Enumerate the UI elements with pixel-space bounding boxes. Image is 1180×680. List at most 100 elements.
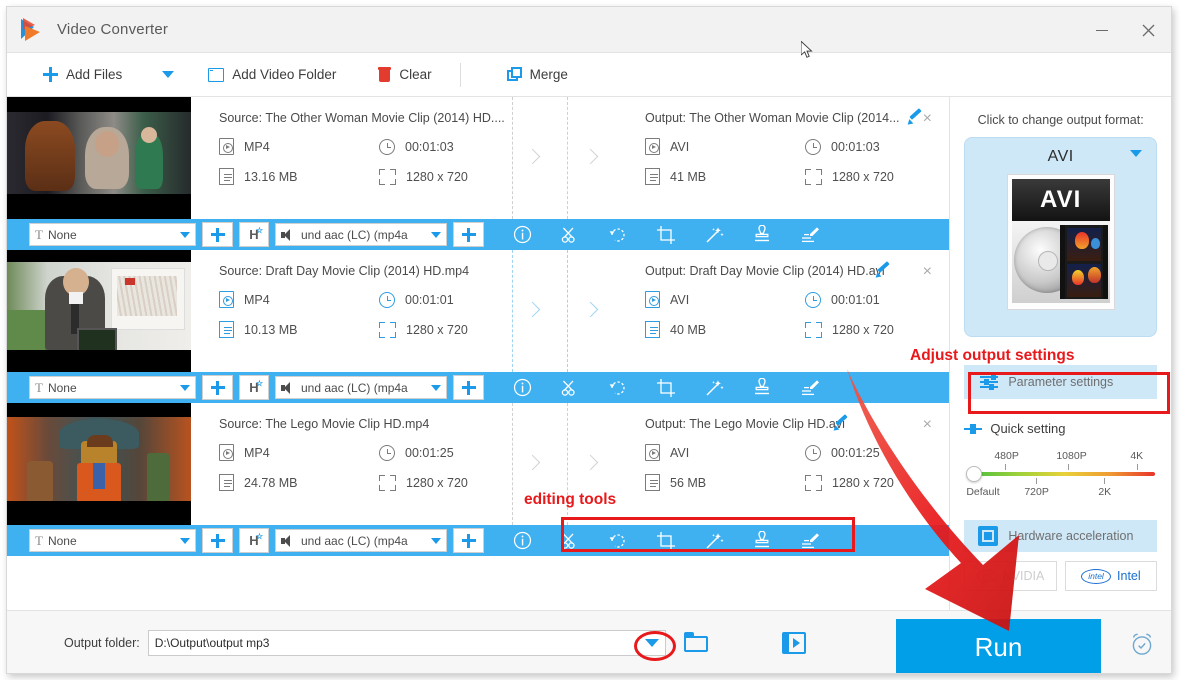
crop-icon[interactable] bbox=[642, 525, 690, 556]
cpu-chip-icon bbox=[978, 526, 999, 546]
editing-toolbar bbox=[498, 525, 834, 556]
audio-track-select[interactable]: und aac (LC) (mp4a bbox=[275, 376, 447, 399]
effects-wand-icon[interactable] bbox=[690, 219, 738, 250]
add-video-folder-button[interactable]: Add Video Folder bbox=[202, 60, 342, 90]
add-subtitle-button[interactable] bbox=[202, 528, 233, 553]
effects-wand-icon[interactable] bbox=[690, 372, 738, 403]
clock-icon bbox=[805, 444, 821, 461]
rename-pencil-icon[interactable] bbox=[833, 415, 849, 431]
hardcode-subtitle-button[interactable]: H ☆ bbox=[239, 375, 269, 400]
clock-icon bbox=[805, 291, 821, 308]
close-button[interactable] bbox=[1125, 7, 1171, 53]
document-icon bbox=[219, 474, 234, 491]
remove-file-button[interactable]: × bbox=[919, 264, 935, 280]
info-icon[interactable] bbox=[498, 525, 546, 556]
rename-pencil-icon[interactable] bbox=[875, 262, 891, 278]
source-size: 24.78 MB bbox=[219, 474, 379, 491]
crop-icon[interactable] bbox=[642, 372, 690, 403]
source-format: MP4 bbox=[219, 138, 379, 155]
crop-icon[interactable] bbox=[642, 219, 690, 250]
chevron-down-icon[interactable] bbox=[1130, 150, 1142, 157]
hardcode-subtitle-button[interactable]: H ☆ bbox=[239, 528, 269, 553]
thumbnail-draft-day[interactable] bbox=[7, 250, 191, 372]
slider-handle[interactable] bbox=[966, 466, 983, 482]
row-action-bar: T None H ☆ und aac (LC) (mp4a bbox=[7, 219, 950, 250]
hardware-acceleration-label: Hardware acceleration bbox=[1008, 529, 1134, 543]
subtitle-select[interactable]: T None bbox=[29, 376, 196, 399]
chevron-down-icon[interactable] bbox=[644, 638, 659, 647]
merge-icon bbox=[506, 67, 522, 82]
audio-track-select[interactable]: und aac (LC) (mp4a bbox=[275, 223, 447, 246]
gpu-nvidia-button[interactable]: NVIDIA bbox=[964, 561, 1057, 591]
chevron-down-icon bbox=[180, 231, 190, 238]
subtitle-select[interactable]: T None bbox=[29, 529, 196, 552]
file-row[interactable]: Source: The Lego Movie Clip HD.mp4 MP4 0… bbox=[7, 403, 950, 556]
editing-toolbar bbox=[498, 372, 834, 403]
slider-label-720p: 720P bbox=[1024, 486, 1049, 498]
file-row[interactable]: Source: Draft Day Movie Clip (2014) HD.m… bbox=[7, 250, 950, 403]
add-audio-button[interactable] bbox=[453, 375, 484, 400]
gpu-intel-button[interactable]: intel Intel bbox=[1064, 561, 1157, 591]
rotate-icon[interactable] bbox=[594, 372, 642, 403]
subtitle-edit-icon[interactable] bbox=[786, 219, 834, 250]
main-toolbar: Add Files Add Video Folder Clear Merge bbox=[7, 53, 1171, 97]
subtitle-select[interactable]: T None bbox=[29, 223, 196, 246]
output-duration: 00:01:01 bbox=[805, 291, 949, 308]
add-audio-button[interactable] bbox=[453, 528, 484, 553]
thumbnail-the-other-woman[interactable] bbox=[7, 97, 191, 219]
rotate-icon[interactable] bbox=[594, 219, 642, 250]
clock-icon bbox=[379, 138, 395, 155]
window-controls bbox=[1079, 7, 1171, 53]
add-subtitle-button[interactable] bbox=[202, 222, 233, 247]
scissors-icon[interactable] bbox=[546, 372, 594, 403]
add-subtitle-button[interactable] bbox=[202, 375, 233, 400]
info-icon[interactable] bbox=[498, 372, 546, 403]
scissors-icon[interactable] bbox=[546, 219, 594, 250]
add-files-dropdown-button[interactable] bbox=[156, 60, 180, 90]
speaker-icon bbox=[281, 534, 296, 547]
resolution-icon bbox=[379, 321, 396, 338]
watermark-stamp-icon[interactable] bbox=[738, 372, 786, 403]
add-audio-button[interactable] bbox=[453, 222, 484, 247]
remove-file-button[interactable]: × bbox=[919, 111, 935, 127]
minimize-button[interactable] bbox=[1079, 7, 1125, 53]
output-duration: 00:01:25 bbox=[805, 444, 949, 461]
document-icon bbox=[645, 321, 660, 338]
scissors-icon[interactable] bbox=[546, 525, 594, 556]
video-file-icon bbox=[645, 444, 660, 461]
document-icon bbox=[645, 168, 660, 185]
chevron-down-icon bbox=[180, 384, 190, 391]
add-files-button[interactable]: Add Files bbox=[37, 60, 128, 90]
subtitle-edit-icon[interactable] bbox=[786, 372, 834, 403]
title-bar: Video Converter bbox=[7, 7, 1171, 53]
convert-arrows bbox=[513, 403, 623, 525]
subtitle-edit-icon[interactable] bbox=[786, 525, 834, 556]
speaker-icon bbox=[281, 228, 296, 241]
thumbnail-the-lego-movie[interactable] bbox=[7, 403, 191, 525]
watermark-stamp-icon[interactable] bbox=[738, 219, 786, 250]
info-icon[interactable] bbox=[498, 219, 546, 250]
open-folder-button[interactable] bbox=[683, 631, 710, 654]
alarm-clock-icon[interactable] bbox=[1129, 631, 1155, 657]
source-filename: Source: The Lego Movie Clip HD.mp4 bbox=[219, 417, 430, 431]
hardcode-subtitle-button[interactable]: H ☆ bbox=[239, 222, 269, 247]
file-row[interactable]: Source: The Other Woman Movie Clip (2014… bbox=[7, 97, 950, 250]
rotate-icon[interactable] bbox=[594, 525, 642, 556]
open-video-folder-button[interactable] bbox=[781, 631, 806, 654]
output-folder-input[interactable]: D:\Output\output mp3 bbox=[147, 629, 666, 656]
quality-slider[interactable]: 480P 1080P 4K Default 720P 2K bbox=[964, 450, 1157, 502]
hardware-acceleration-button[interactable]: Hardware acceleration bbox=[964, 520, 1157, 552]
output-filename: Output: The Lego Movie Clip HD.avi bbox=[645, 417, 845, 431]
source-duration: 00:01:01 bbox=[379, 291, 513, 308]
merge-button[interactable]: Merge bbox=[501, 60, 574, 90]
source-info: Source: The Lego Movie Clip HD.mp4 MP4 0… bbox=[191, 403, 513, 525]
audio-track-select[interactable]: und aac (LC) (mp4a bbox=[275, 529, 447, 552]
clear-button[interactable]: Clear bbox=[372, 60, 437, 90]
parameter-settings-button[interactable]: Parameter settings bbox=[964, 365, 1157, 399]
remove-file-button[interactable]: × bbox=[919, 417, 935, 433]
effects-wand-icon[interactable] bbox=[690, 525, 738, 556]
run-button[interactable]: Run bbox=[896, 619, 1101, 673]
watermark-stamp-icon[interactable] bbox=[738, 525, 786, 556]
toolbar-divider bbox=[459, 62, 461, 87]
output-format-card[interactable]: AVI AVI bbox=[964, 137, 1157, 337]
